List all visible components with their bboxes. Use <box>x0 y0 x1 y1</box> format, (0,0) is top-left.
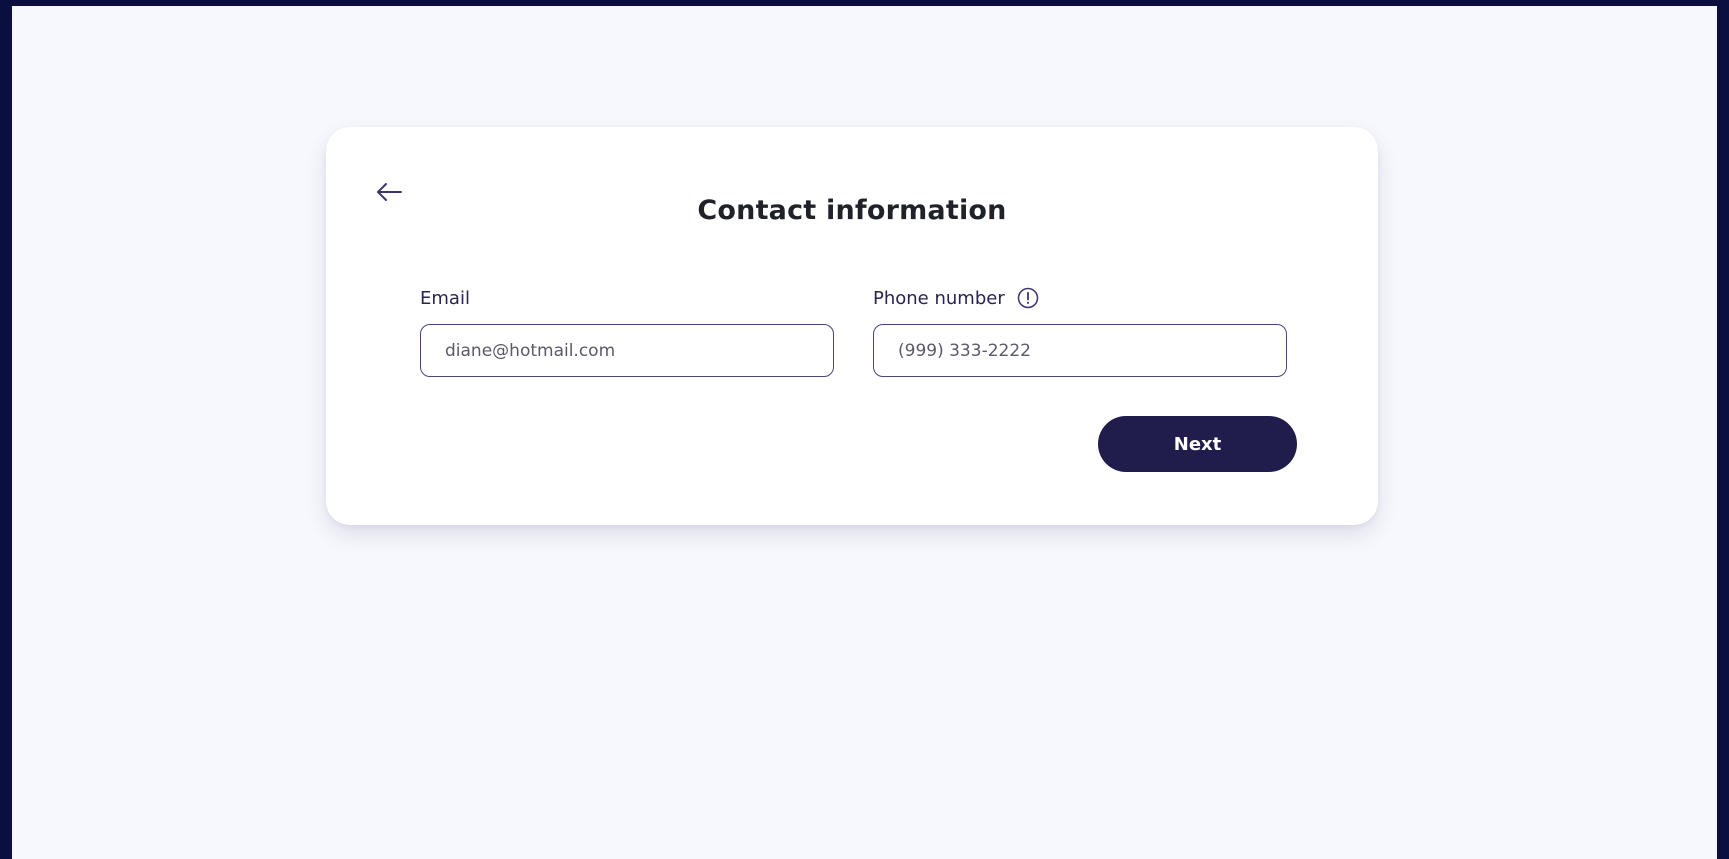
phone-label: Phone number <box>873 287 1005 309</box>
email-label-row: Email <box>420 285 834 311</box>
phone-field-group: Phone number <box>873 285 1287 377</box>
contact-form-card: Contact information Email Phone number <box>326 127 1378 525</box>
phone-label-row: Phone number <box>873 285 1287 311</box>
page-title: Contact information <box>697 195 1007 226</box>
page-background: Contact information Email Phone number <box>12 6 1717 859</box>
next-button[interactable]: Next <box>1098 416 1297 472</box>
phone-input[interactable] <box>873 324 1287 377</box>
email-label: Email <box>420 287 470 309</box>
email-field-group: Email <box>420 285 834 377</box>
email-input[interactable] <box>420 324 834 377</box>
info-circle-icon[interactable] <box>1017 287 1039 309</box>
